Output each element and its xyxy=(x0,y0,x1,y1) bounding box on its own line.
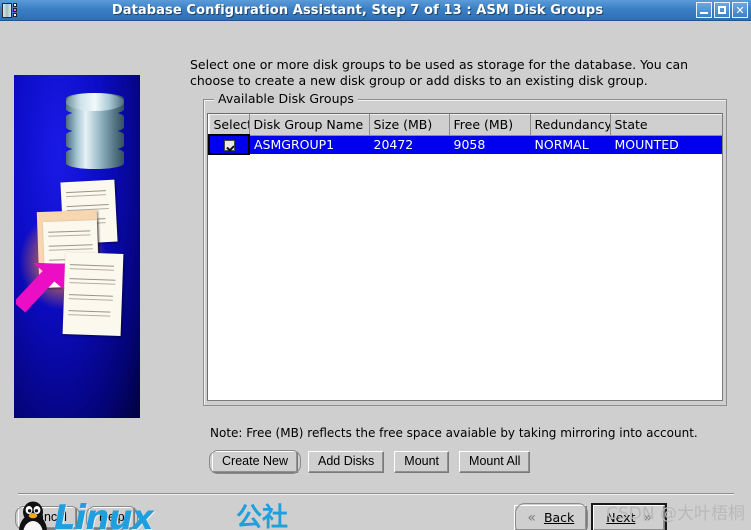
window-body: Select one or more disk groups to be use… xyxy=(0,21,751,530)
arrow-icon xyxy=(16,261,70,317)
back-button[interactable]: « Back xyxy=(514,503,589,530)
database-cylinder-icon xyxy=(66,93,124,175)
cell-state: MOUNTED xyxy=(610,135,722,154)
add-disks-button[interactable]: Add Disks xyxy=(308,451,385,473)
footer-left-actions: Cancel Help xyxy=(15,506,138,530)
footer-navigation: « Back Next » xyxy=(514,503,667,530)
disk-groups-table[interactable]: Select Disk Group Name Size (MB) Free (M… xyxy=(207,113,723,401)
chevron-right-icon: » xyxy=(643,509,652,526)
row-select-checkbox[interactable] xyxy=(208,134,250,155)
footer-separator xyxy=(18,493,734,495)
free-space-note: Note: Free (MB) reflects the free space … xyxy=(210,426,698,440)
column-header-select[interactable]: Select xyxy=(208,114,250,136)
chevron-left-icon: « xyxy=(527,509,536,526)
window-controls: ✕ xyxy=(696,2,748,18)
dbca-window: Database Configuration Assistant, Step 7… xyxy=(0,0,751,530)
table-header-row: Select Disk Group Name Size (MB) Free (M… xyxy=(208,114,722,136)
column-header-size-mb[interactable]: Size (MB) xyxy=(368,114,450,136)
help-button[interactable]: Help xyxy=(85,506,138,530)
wizard-sidebar-illustration xyxy=(14,75,140,418)
mount-all-button[interactable]: Mount All xyxy=(459,451,531,473)
close-icon[interactable]: ✕ xyxy=(732,2,748,18)
cell-redundancy: NORMAL xyxy=(530,135,611,154)
maximize-button[interactable] xyxy=(714,2,730,18)
window-title-bar: Database Configuration Assistant, Step 7… xyxy=(0,0,751,21)
create-new-button[interactable]: Create New xyxy=(209,450,301,474)
next-button-label: Next xyxy=(606,510,636,525)
window-title: Database Configuration Assistant, Step 7… xyxy=(111,2,604,18)
cell-free-mb: 9058 xyxy=(449,135,531,154)
cell-size-mb: 20472 xyxy=(369,135,450,154)
panel-legend: Available Disk Groups xyxy=(214,92,358,106)
cancel-button[interactable]: Cancel xyxy=(15,506,80,530)
disk-group-actions: Create New Add Disks Mount Mount All xyxy=(209,450,531,474)
mount-button[interactable]: Mount xyxy=(394,451,450,473)
checkbox-checked-icon[interactable] xyxy=(223,140,235,151)
cell-disk-group-name: ASMGROUP1 xyxy=(249,135,370,154)
column-header-redundancy[interactable]: Redundancy xyxy=(529,114,611,136)
app-window-icon xyxy=(2,2,20,19)
table-row[interactable]: ASMGROUP1 20472 9058 NORMAL MOUNTED xyxy=(208,134,722,155)
page-instruction: Select one or more disk groups to be use… xyxy=(190,57,689,88)
next-button[interactable]: Next » xyxy=(591,503,667,530)
column-header-state[interactable]: State xyxy=(609,114,722,136)
column-header-free-mb[interactable]: Free (MB) xyxy=(448,114,531,136)
back-button-label: Back xyxy=(543,510,575,525)
minimize-button[interactable] xyxy=(696,2,712,18)
column-header-disk-group-name[interactable]: Disk Group Name xyxy=(248,114,370,136)
watermark-linux-cn-text: 公社 xyxy=(236,503,289,530)
document-page-icon xyxy=(62,252,124,336)
